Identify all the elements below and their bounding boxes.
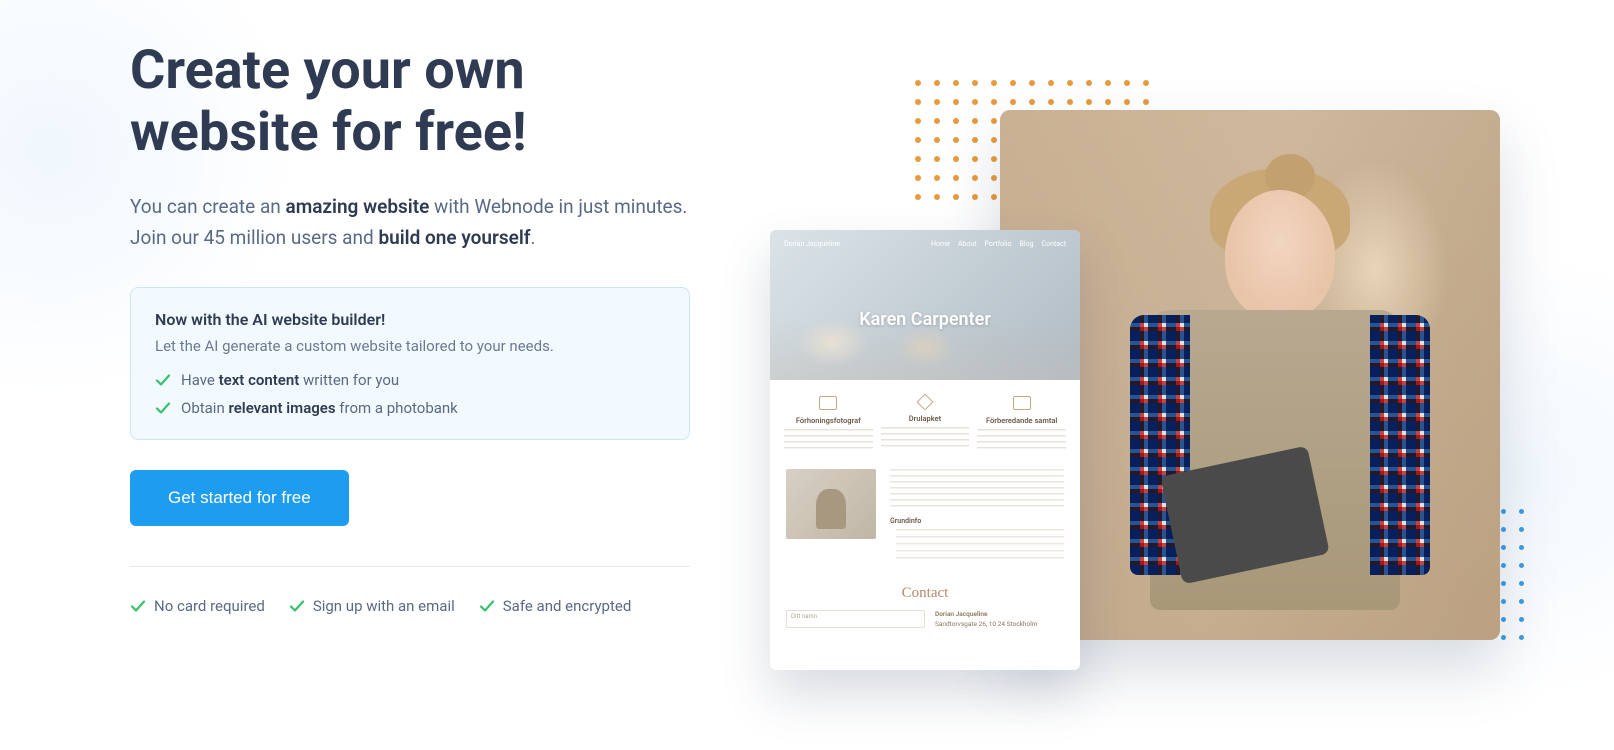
preview-body-image <box>786 469 876 539</box>
ai-feature-item: Obtain relevant images from a photobank <box>155 399 665 417</box>
preview-feature-item: Förberedande samtal <box>973 396 1070 451</box>
preview-contact-heading: Contact <box>770 575 1080 610</box>
trust-label: Safe and encrypted <box>503 597 632 615</box>
ai-feature-text: Obtain relevant images from a photobank <box>181 399 458 417</box>
trust-item: Safe and encrypted <box>479 597 632 615</box>
trust-item: Sign up with an email <box>289 597 455 615</box>
preview-brand: Dorian Jacqueline <box>784 240 840 248</box>
subhead-bold: amazing website <box>285 195 429 218</box>
preview-feature-item: Förhoningsfotograf <box>780 396 877 451</box>
preview-contact-info: Dorian Jacqueline Sandtorvsgate 26, 10 2… <box>935 610 1064 630</box>
preview-nav-items: Home About Portfolio Blog Contact <box>931 240 1066 248</box>
preview-contact-form: Ditt namn Dorian Jacqueline Sandtorvsgat… <box>770 610 1080 644</box>
person-illustration <box>1110 160 1430 640</box>
book-icon <box>1013 396 1031 410</box>
subhead-bold: build one yourself <box>378 226 530 249</box>
preview-features: Förhoningsfotograf Drulapket Förberedand… <box>770 380 1080 461</box>
page-subheadline: You can create an amazing website with W… <box>130 192 690 253</box>
ai-feature-text: Have text content written for you <box>181 371 399 389</box>
preview-input: Ditt namn <box>786 610 925 628</box>
hero-visual: Dorian Jacqueline Home About Portfolio B… <box>750 40 1484 660</box>
trust-label: Sign up with an email <box>313 597 455 615</box>
check-icon <box>130 598 146 614</box>
divider <box>130 566 690 567</box>
hero-content: Create your own website for free! You ca… <box>130 40 690 660</box>
check-icon <box>479 598 495 614</box>
preview-hero-title: Karen Carpenter <box>770 258 1080 380</box>
book-icon <box>819 396 837 410</box>
subhead-text: You can create an <box>130 195 285 218</box>
trust-item: No card required <box>130 597 265 615</box>
check-icon <box>289 598 305 614</box>
check-icon <box>155 372 171 388</box>
trust-label: No card required <box>154 597 265 615</box>
hero-section: Create your own website for free! You ca… <box>0 0 1614 660</box>
ai-callout-title: Now with the AI website builder! <box>155 310 665 329</box>
preview-nav: Dorian Jacqueline Home About Portfolio B… <box>770 230 1080 258</box>
ai-feature-item: Have text content written for you <box>155 371 665 389</box>
trust-badges: No card required Sign up with an email S… <box>130 597 690 615</box>
check-icon <box>155 400 171 416</box>
preview-body: Grundinfo <box>770 461 1080 575</box>
preview-feature-item: Drulapket <box>877 396 974 451</box>
ai-builder-callout: Now with the AI website builder! Let the… <box>130 287 690 440</box>
preview-hero: Dorian Jacqueline Home About Portfolio B… <box>770 230 1080 380</box>
website-template-preview: Dorian Jacqueline Home About Portfolio B… <box>770 230 1080 670</box>
subhead-text: . <box>531 226 536 249</box>
ai-callout-description: Let the AI generate a custom website tai… <box>155 337 665 355</box>
get-started-button[interactable]: Get started for free <box>130 470 349 526</box>
diamond-icon <box>917 394 934 411</box>
page-headline: Create your own website for free! <box>130 40 690 164</box>
